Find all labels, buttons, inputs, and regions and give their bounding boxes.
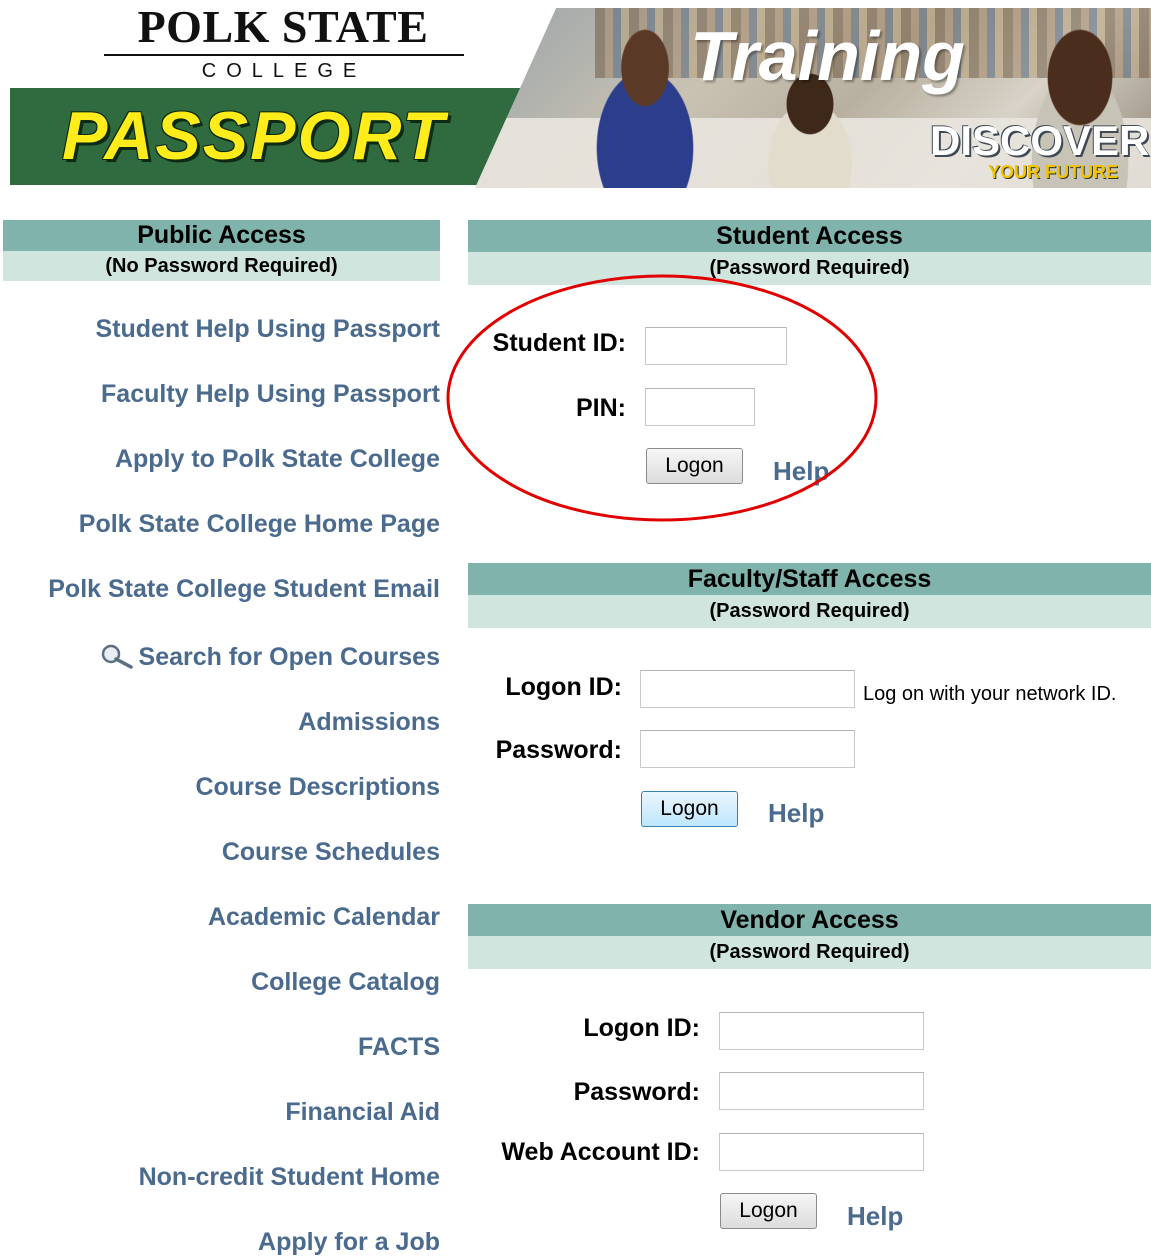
magnifier-icon bbox=[101, 644, 133, 669]
vendor-access-subtitle: (Password Required) bbox=[468, 936, 1151, 969]
link-facts[interactable]: FACTS bbox=[358, 1032, 440, 1062]
faculty-logon-button[interactable]: Logon bbox=[641, 791, 738, 827]
header-banner: POLK STATE COLLEGE PASSPORT Training DIS… bbox=[0, 0, 1151, 190]
public-access-title: Public Access bbox=[3, 220, 440, 251]
link-noncredit-home[interactable]: Non-credit Student Home bbox=[139, 1162, 440, 1192]
vendor-password-input[interactable] bbox=[719, 1072, 924, 1110]
page: POLK STATE COLLEGE PASSPORT Training DIS… bbox=[0, 0, 1151, 1256]
student-access-subtitle: (Password Required) bbox=[468, 252, 1151, 285]
faculty-access-title: Faculty/Staff Access bbox=[468, 563, 1151, 595]
vendor-logon-id-input[interactable] bbox=[719, 1012, 924, 1050]
vendor-web-account-input[interactable] bbox=[719, 1133, 924, 1171]
public-access-subtitle: (No Password Required) bbox=[3, 251, 440, 281]
link-college-catalog[interactable]: College Catalog bbox=[251, 967, 440, 997]
faculty-access-subtitle: (Password Required) bbox=[468, 595, 1151, 628]
link-apply-job[interactable]: Apply for a Job bbox=[258, 1227, 440, 1256]
student-access-title: Student Access bbox=[468, 220, 1151, 252]
link-apply-college[interactable]: Apply to Polk State College bbox=[115, 444, 440, 474]
faculty-logon-id-input[interactable] bbox=[640, 670, 855, 708]
vendor-web-account-label: Web Account ID: bbox=[501, 1138, 700, 1166]
student-logon-button[interactable]: Logon bbox=[646, 448, 743, 484]
link-course-descriptions[interactable]: Course Descriptions bbox=[195, 772, 440, 802]
banner-training-text: Training bbox=[690, 17, 965, 95]
link-admissions[interactable]: Admissions bbox=[298, 707, 440, 737]
student-id-input[interactable] bbox=[645, 327, 787, 365]
banner-discover-text: DISCOVER bbox=[930, 117, 1150, 164]
vendor-password-label: Password: bbox=[573, 1078, 700, 1106]
link-search-courses[interactable]: Search for Open Courses bbox=[97, 642, 440, 672]
link-academic-calendar[interactable]: Academic Calendar bbox=[208, 902, 440, 932]
link-course-schedules[interactable]: Course Schedules bbox=[222, 837, 440, 867]
faculty-access-header: Faculty/Staff Access (Password Required) bbox=[468, 563, 1151, 628]
link-student-help[interactable]: Student Help Using Passport bbox=[96, 314, 440, 344]
public-access-header: Public Access (No Password Required) bbox=[3, 220, 440, 281]
college-logo-title: POLK STATE bbox=[137, 1, 429, 52]
vendor-help-link[interactable]: Help bbox=[847, 1201, 903, 1231]
vendor-access-title: Vendor Access bbox=[468, 904, 1151, 936]
pin-input[interactable] bbox=[645, 388, 755, 426]
passport-logo: PASSPORT bbox=[62, 98, 446, 174]
student-help-link[interactable]: Help bbox=[773, 456, 829, 486]
link-faculty-help[interactable]: Faculty Help Using Passport bbox=[101, 379, 440, 409]
faculty-logon-id-label: Logon ID: bbox=[505, 673, 622, 701]
faculty-help-link[interactable]: Help bbox=[768, 798, 824, 828]
college-logo-subtitle: COLLEGE bbox=[201, 60, 367, 82]
link-financial-aid[interactable]: Financial Aid bbox=[285, 1097, 440, 1127]
faculty-logon-note: Log on with your network ID. bbox=[863, 683, 1117, 705]
link-college-home[interactable]: Polk State College Home Page bbox=[79, 509, 440, 539]
vendor-access-header: Vendor Access (Password Required) bbox=[468, 904, 1151, 969]
link-search-courses-label: Search for Open Courses bbox=[138, 643, 440, 671]
banner-future-text: YOUR FUTURE bbox=[988, 162, 1118, 182]
vendor-logon-button[interactable]: Logon bbox=[720, 1193, 817, 1229]
faculty-password-input[interactable] bbox=[640, 730, 855, 768]
faculty-password-label: Password: bbox=[495, 736, 622, 764]
student-access-header: Student Access (Password Required) bbox=[468, 220, 1151, 285]
pin-label: PIN: bbox=[576, 394, 626, 422]
vendor-logon-id-label: Logon ID: bbox=[583, 1014, 700, 1042]
logo-divider bbox=[104, 54, 464, 56]
link-student-email[interactable]: Polk State College Student Email bbox=[48, 574, 440, 604]
student-id-label: Student ID: bbox=[492, 329, 626, 357]
